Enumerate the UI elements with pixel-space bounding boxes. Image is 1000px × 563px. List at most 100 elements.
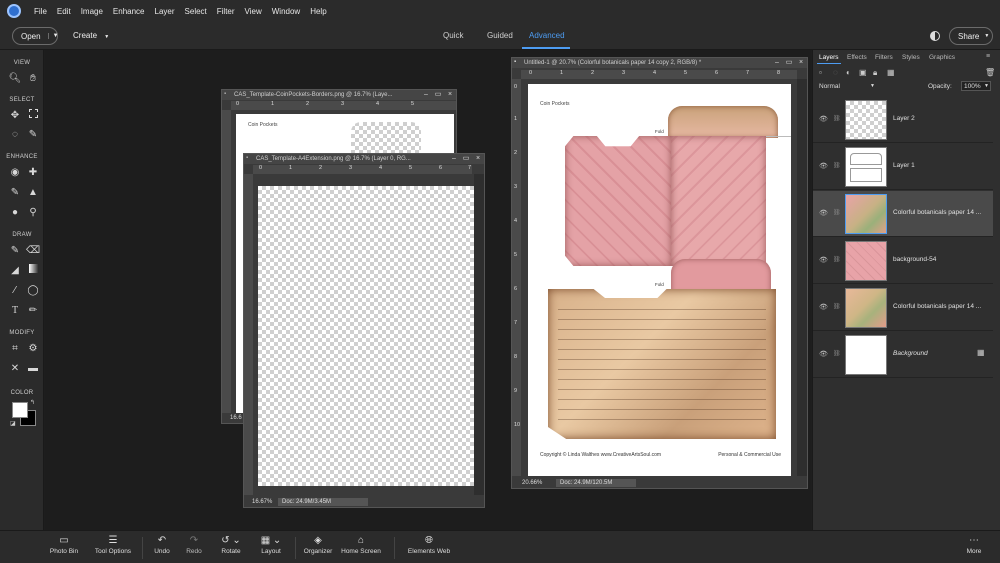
new-group-icon[interactable]: ◌ <box>833 68 838 77</box>
rotate-button[interactable]: ↺ ⌄ Rotate <box>215 535 247 555</box>
layer-row-selected[interactable]: 👁︎ ⛓ Colorful botanicals paper 14 ... <box>813 191 993 237</box>
doc-size-info[interactable]: Doc: 24.9M/3.45M <box>278 498 368 506</box>
zoom-tool-icon[interactable]: 🔍︎ <box>8 72 22 86</box>
home-screen-button[interactable]: ⌂ Home Screen <box>340 535 382 555</box>
layer-row[interactable]: 👁︎ ⛓ Colorful botanicals paper 14 ... <box>813 285 993 331</box>
open-dropdown-icon[interactable]: ▼ <box>47 33 59 39</box>
menu-help[interactable]: Help <box>305 7 331 16</box>
red-eye-tool-icon[interactable]: ◉ <box>8 166 22 180</box>
visibility-eye-icon[interactable]: 👁︎ <box>819 256 828 264</box>
tab-graphics[interactable]: Graphics <box>929 54 955 61</box>
link-icon[interactable]: ⛓ <box>833 115 841 122</box>
lasso-tool-icon[interactable]: ◌ <box>8 128 22 142</box>
visibility-eye-icon[interactable]: 👁︎ <box>819 350 828 358</box>
move-tool-icon[interactable]: ✥ <box>8 109 22 123</box>
close-button[interactable]: × <box>474 155 482 163</box>
hand-tool-icon[interactable]: ✋︎ <box>26 72 40 86</box>
canvas[interactable]: Coin Pockets Fold Fold Copyright © Linda… <box>528 84 791 476</box>
link-icon[interactable]: ⛓ <box>833 162 841 169</box>
gradient-tool-icon[interactable] <box>26 264 40 278</box>
recompose-tool-icon[interactable]: ⚙ <box>26 342 40 356</box>
default-colors-icon[interactable]: ◪ <box>10 420 16 427</box>
document-window-3[interactable]: Untitled-1 @ 20.7% (Colorful botanicals … <box>511 57 808 489</box>
opacity-field[interactable]: 100% ▼ <box>961 81 991 91</box>
document-title[interactable]: CAS_Template-CoinPockets-Borders.png @ 1… <box>222 90 456 100</box>
vertical-scrollbar[interactable] <box>797 79 807 476</box>
vertical-scrollbar[interactable] <box>474 174 484 495</box>
clone-stamp-tool-icon[interactable]: ▲ <box>26 186 40 200</box>
tab-layers[interactable]: Layers <box>819 54 839 61</box>
minimize-button[interactable]: – <box>422 91 430 99</box>
marquee-tool-icon[interactable] <box>26 109 40 123</box>
tab-guided[interactable]: Guided <box>487 31 513 40</box>
menu-file[interactable]: File <box>29 7 52 16</box>
brush-tool-icon[interactable]: ✎ <box>8 244 22 258</box>
layer-row[interactable]: 👁︎ ⛓ Layer 1 <box>813 144 993 190</box>
link-icon[interactable]: ⛓ <box>833 350 841 357</box>
zoom-level[interactable]: 16.6 <box>222 415 242 421</box>
crop-tool-icon[interactable]: ⌗ <box>8 342 22 356</box>
link-icon[interactable]: ⛓ <box>833 209 841 216</box>
theme-toggle-icon[interactable] <box>930 31 940 41</box>
adjustment-layer-icon[interactable]: ◐ <box>846 68 851 77</box>
menu-view[interactable]: View <box>240 7 267 16</box>
close-button[interactable]: × <box>797 59 805 67</box>
redo-button[interactable]: ↷ Redo <box>182 535 206 555</box>
type-tool-icon[interactable]: T <box>8 304 22 318</box>
tab-quick[interactable]: Quick <box>443 31 463 40</box>
doc-size-info[interactable]: Doc: 24.9M/120.5M <box>556 479 636 487</box>
organizer-button[interactable]: ◈ Organizer <box>300 535 336 555</box>
content-aware-move-tool-icon[interactable]: ✕ <box>8 362 22 376</box>
minimize-button[interactable]: – <box>773 59 781 67</box>
smart-brush-tool-icon[interactable]: ✎ <box>8 186 22 200</box>
menu-layer[interactable]: Layer <box>150 7 180 16</box>
share-button[interactable]: Share ▼ <box>949 27 993 45</box>
swap-colors-icon[interactable]: ↰ <box>30 399 35 406</box>
photo-bin-button[interactable]: ▭ Photo Bin <box>48 535 80 555</box>
link-icon[interactable]: ⛓ <box>833 256 841 263</box>
menu-window[interactable]: Window <box>267 7 305 16</box>
tool-options-button[interactable]: ☰ Tool Options <box>92 535 134 555</box>
create-button[interactable]: Create ▼ <box>73 31 109 40</box>
document-window-2[interactable]: CAS_Template-A4Extension.png @ 16.7% (La… <box>243 153 485 508</box>
visibility-eye-icon[interactable]: 👁︎ <box>819 209 828 217</box>
maximize-button[interactable]: ▭ <box>462 155 470 163</box>
foreground-color-swatch-top[interactable] <box>12 402 28 418</box>
elements-web-button[interactable]: 🌐︎ Elements Web <box>405 535 453 555</box>
tab-filters[interactable]: Filters <box>875 54 893 61</box>
maximize-button[interactable]: ▭ <box>434 91 442 99</box>
layer-lock-icon[interactable]: ▦ <box>977 348 985 357</box>
lock-icon[interactable]: 🔒︎ <box>873 68 877 78</box>
link-icon[interactable]: ⛓ <box>833 303 841 310</box>
new-layer-icon[interactable]: ▫ <box>819 68 822 77</box>
ellipse-tool-icon[interactable]: ◯ <box>26 284 40 298</box>
blur-tool-icon[interactable]: ● <box>8 206 22 220</box>
menu-enhance[interactable]: Enhance <box>108 7 150 16</box>
maximize-button[interactable]: ▭ <box>785 59 793 67</box>
document-title[interactable]: Untitled-1 @ 20.7% (Colorful botanicals … <box>512 58 807 68</box>
spot-healing-tool-icon[interactable]: ✚ <box>26 166 40 180</box>
visibility-eye-icon[interactable]: 👁︎ <box>819 162 828 170</box>
open-button[interactable]: Open ▼ <box>12 27 59 45</box>
tab-advanced[interactable]: Advanced <box>529 31 565 40</box>
more-button[interactable]: ⋯ More <box>962 535 986 555</box>
layer-row[interactable]: 👁︎ ⛓ Background ▦ <box>813 332 993 378</box>
chevron-down-icon[interactable]: ▼ <box>984 82 989 91</box>
layer-row[interactable]: 👁︎ ⛓ background-54 <box>813 238 993 284</box>
visibility-eye-icon[interactable]: 👁︎ <box>819 303 828 311</box>
tab-effects[interactable]: Effects <box>847 54 867 61</box>
app-logo-icon[interactable] <box>7 4 21 18</box>
sponge-tool-icon[interactable]: ⚲ <box>26 206 40 220</box>
document-title[interactable]: CAS_Template-A4Extension.png @ 16.7% (La… <box>244 154 484 164</box>
lock-transparency-icon[interactable]: ▦ <box>887 68 895 77</box>
delete-layer-icon[interactable]: 🗑︎ <box>985 68 995 77</box>
zoom-level[interactable]: 20.66% <box>522 478 542 488</box>
undo-button[interactable]: ↶ Undo <box>150 535 174 555</box>
menu-filter[interactable]: Filter <box>212 7 240 16</box>
layer-mask-icon[interactable]: ▣ <box>859 68 867 77</box>
panel-menu-icon[interactable]: ≡ <box>986 53 990 60</box>
eraser-tool-icon[interactable]: ⌫ <box>26 244 40 258</box>
menu-edit[interactable]: Edit <box>52 7 76 16</box>
paint-bucket-tool-icon[interactable]: ◢ <box>8 264 22 278</box>
menu-image[interactable]: Image <box>76 7 108 16</box>
